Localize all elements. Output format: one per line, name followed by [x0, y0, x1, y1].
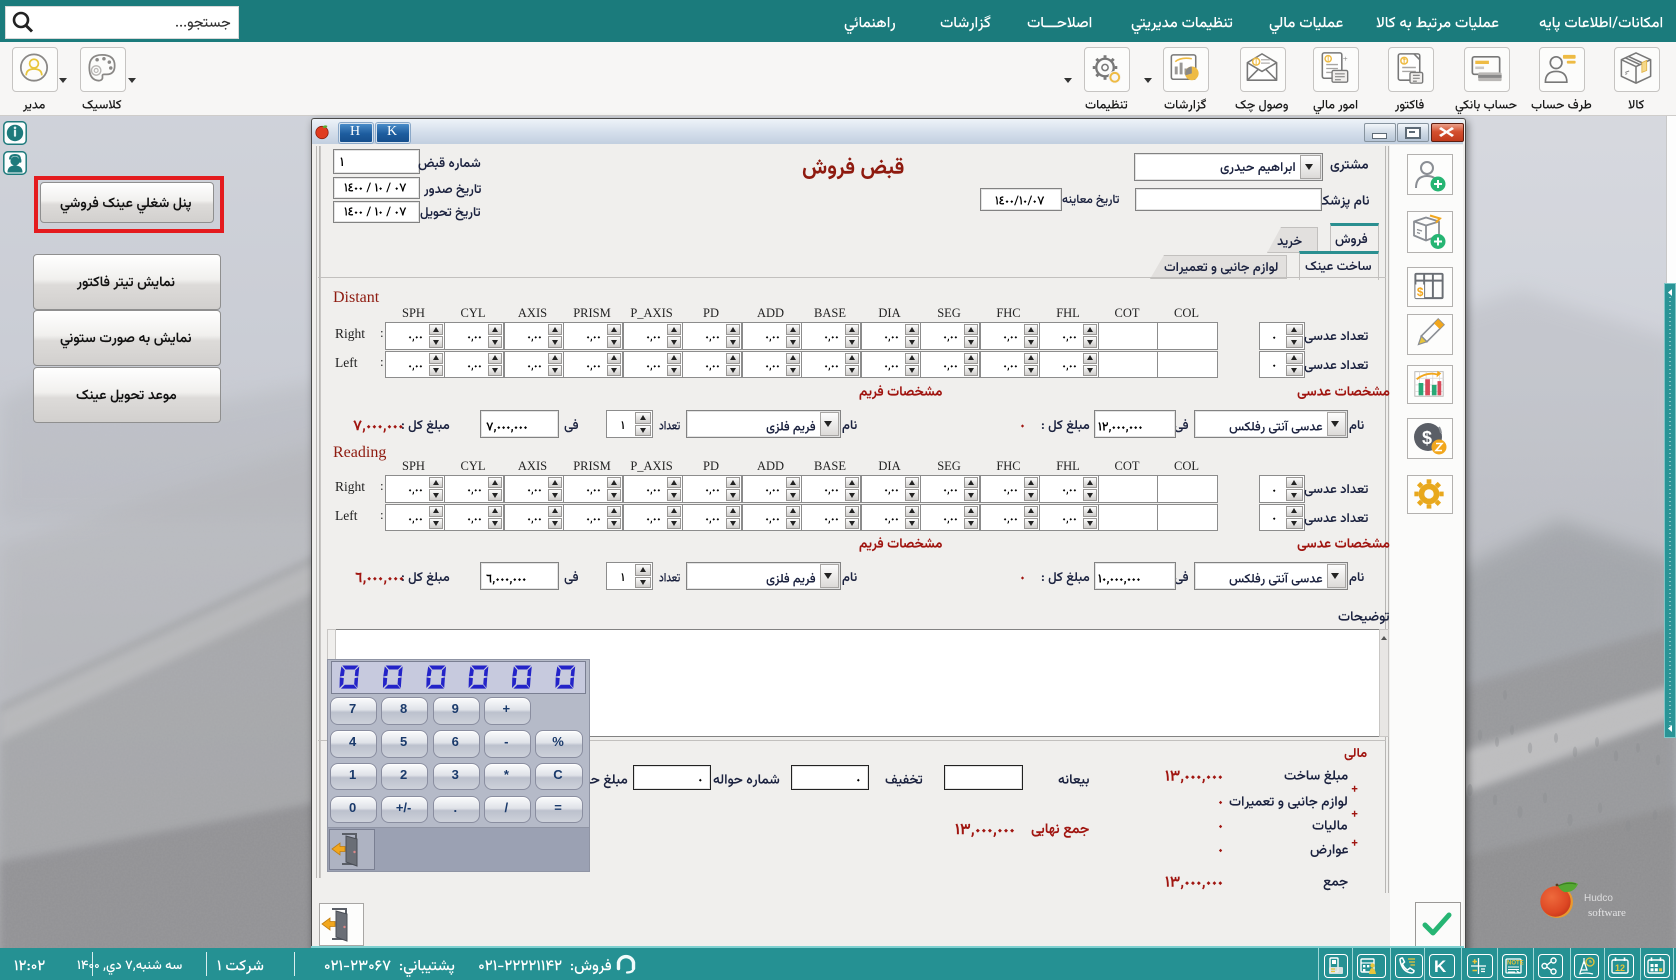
svg-text:12: 12	[1615, 963, 1625, 973]
svg-text:$: $	[1417, 286, 1424, 299]
svg-text:K: K	[1434, 957, 1447, 976]
svg-text:$: $	[1422, 428, 1432, 448]
svg-text:NOTE: NOTE	[1507, 960, 1524, 966]
svg-text:+: +	[1343, 54, 1348, 64]
